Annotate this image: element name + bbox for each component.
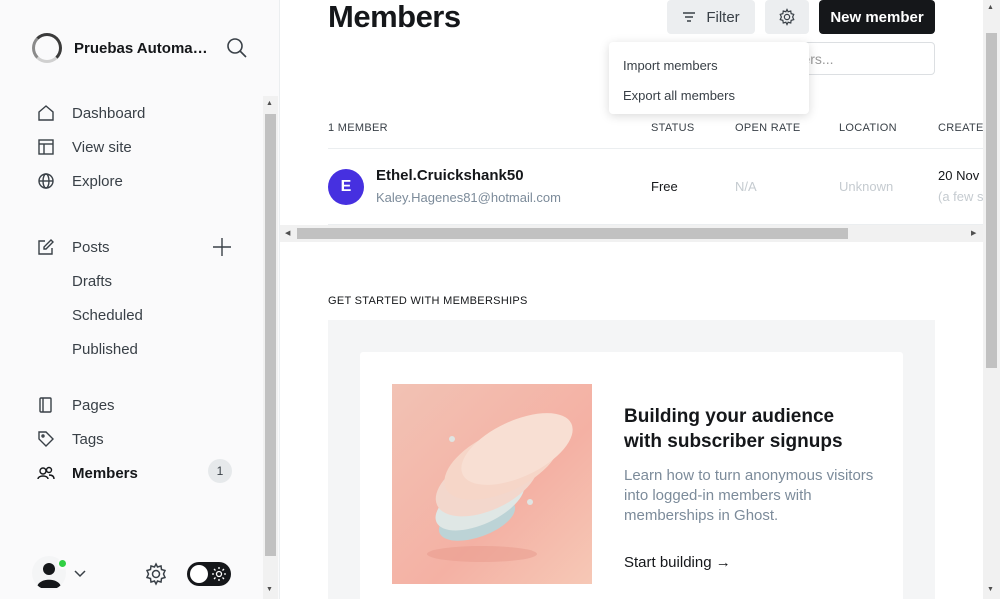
card-title: Building your audience with subscriber s…: [624, 406, 843, 452]
member-email: Kaley.Hagenes81@hotmail.com: [376, 190, 561, 205]
members-actions-dropdown: Import members Export all members: [609, 42, 809, 114]
sidebar-scrollbar-thumb[interactable]: [265, 114, 276, 556]
sidebar-item-view-site[interactable]: View site: [36, 133, 236, 161]
sidebar-item-label: Dashboard: [72, 104, 146, 122]
page-title: Members: [328, 0, 461, 34]
brand[interactable]: Pruebas Automa…: [32, 32, 214, 64]
sidebar: Pruebas Automa… Dashboard View site Expl…: [0, 0, 280, 599]
sidebar-item-scheduled[interactable]: Scheduled: [72, 301, 272, 329]
import-members-option[interactable]: Import members: [609, 50, 809, 80]
filter-button-label: Filter: [706, 8, 740, 26]
edit-icon: [36, 237, 56, 257]
column-header-status[interactable]: STATUS: [651, 122, 695, 134]
member-avatar: E: [328, 169, 364, 205]
sidebar-item-explore[interactable]: Explore: [36, 167, 236, 195]
chevron-down-icon[interactable]: [73, 566, 87, 584]
page-scrollbar-thumb[interactable]: [986, 33, 997, 368]
site-name: Pruebas Automa…: [74, 39, 208, 57]
get-started-card: Building your audience with subscriber s…: [360, 352, 903, 599]
sidebar-scrollbar[interactable]: ▲ ▼: [263, 96, 278, 599]
online-status-indicator: [57, 558, 68, 569]
filter-button[interactable]: Filter: [667, 0, 755, 34]
members-count-badge: 1: [208, 459, 232, 483]
sidebar-item-tags[interactable]: Tags: [36, 425, 236, 453]
sidebar-item-posts[interactable]: Posts: [36, 233, 236, 261]
export-members-option[interactable]: Export all members: [609, 80, 809, 110]
page-icon: [36, 395, 56, 415]
main-content: Members Filter New member Import members…: [280, 0, 1000, 599]
column-header-location[interactable]: LOCATION: [839, 122, 897, 134]
scroll-right-arrow-icon[interactable]: ▶: [971, 229, 976, 237]
gear-icon: [779, 8, 795, 26]
start-building-link[interactable]: Start building →: [624, 554, 731, 571]
sidebar-item-pages[interactable]: Pages: [36, 391, 236, 419]
sidebar-item-label: Published: [72, 340, 138, 358]
sidebar-item-members[interactable]: Members 1: [36, 459, 236, 487]
layout-icon: [36, 137, 56, 157]
scroll-down-arrow-icon[interactable]: ▼: [987, 586, 994, 593]
section-title: GET STARTED WITH MEMBERSHIPS: [328, 295, 528, 307]
member-status: Free: [651, 179, 678, 194]
members-actions-button[interactable]: [765, 0, 809, 34]
globe-icon: [36, 171, 56, 191]
add-post-icon[interactable]: [210, 235, 234, 264]
new-member-button[interactable]: New member: [819, 0, 935, 34]
sun-icon: [211, 566, 227, 587]
scroll-up-arrow-icon[interactable]: ▲: [987, 4, 994, 11]
scroll-down-arrow-icon[interactable]: ▼: [266, 586, 273, 593]
sidebar-item-label: Members: [72, 464, 138, 482]
member-created-relative: (a few s: [938, 189, 984, 204]
table-scrollbar-thumb[interactable]: [297, 228, 848, 239]
card-description: Learn how to turn anonymous visitors int…: [624, 467, 874, 524]
toggle-knob: [190, 565, 208, 583]
sidebar-item-label: Drafts: [72, 272, 113, 290]
sidebar-item-dashboard[interactable]: Dashboard: [36, 99, 236, 127]
sidebar-item-label: Tags: [72, 430, 104, 448]
sidebar-item-drafts[interactable]: Drafts: [72, 267, 272, 295]
table-horizontal-scrollbar[interactable]: ◀ ▶: [280, 225, 983, 242]
sidebar-item-label: View site: [72, 138, 132, 156]
sidebar-item-label: Pages: [72, 396, 115, 414]
member-location: Unknown: [839, 179, 894, 194]
sidebar-item-published[interactable]: Published: [72, 335, 272, 363]
users-icon: [36, 463, 56, 483]
divider: [328, 148, 1000, 149]
sidebar-item-label: Posts: [72, 238, 110, 256]
scroll-left-arrow-icon[interactable]: ◀: [285, 229, 290, 237]
column-header-members: 1 MEMBER: [328, 122, 388, 134]
member-name: Ethel.Cruickshank50: [376, 167, 524, 184]
theme-toggle[interactable]: [187, 562, 231, 586]
member-open-rate: N/A: [735, 179, 757, 194]
site-logo-icon: [32, 33, 62, 63]
column-header-open-rate[interactable]: OPEN RATE: [735, 122, 800, 134]
gear-icon[interactable]: [144, 562, 168, 591]
search-icon[interactable]: [226, 37, 248, 64]
sidebar-item-label: Explore: [72, 172, 123, 190]
sidebar-item-label: Scheduled: [72, 306, 143, 324]
tag-icon: [36, 429, 56, 449]
filter-icon: [683, 12, 696, 22]
page-vertical-scrollbar[interactable]: ▲ ▼: [983, 0, 1000, 599]
home-icon: [36, 103, 56, 123]
audience-illustration: [392, 384, 592, 584]
member-created-date: 20 Nov: [938, 168, 980, 183]
scroll-up-arrow-icon[interactable]: ▲: [266, 100, 273, 107]
